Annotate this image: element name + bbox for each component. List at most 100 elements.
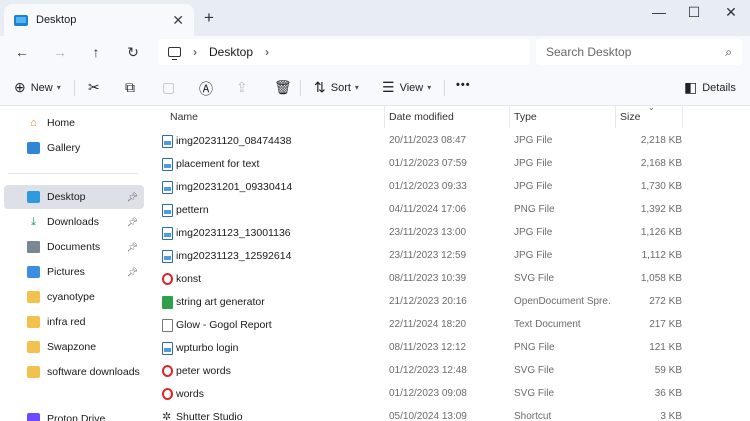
sidebar-item-proton-drive[interactable]: Proton Drive [4, 407, 144, 421]
file-row[interactable]: img20231123_12592614 23/11/2023 12:59 JPG … [158, 245, 698, 268]
pin-icon[interactable]: 📌︎ [127, 217, 138, 228]
file-name: words [176, 388, 205, 400]
file-row[interactable]: ✲ Shutter Studio 05/10/2024 13:09 Shortcut 3… [158, 406, 698, 421]
sidebar-item-home[interactable]: ⌂ Home [4, 111, 144, 135]
view-button[interactable]: ☰ View ▾ [382, 79, 431, 96]
navigation-pane: ⌂ Home Gallery Desktop 📌︎ ⤓ Downloads 📌︎… [0, 106, 146, 421]
file-name: peter words [176, 365, 231, 377]
file-row[interactable]: Glow - Gogol Report 22/11/2024 18:20 Text … [158, 314, 698, 337]
copy-button[interactable]: ⧉ [125, 79, 140, 96]
pin-icon[interactable]: 📌︎ [127, 242, 138, 253]
file-size: 3 KB [660, 411, 682, 421]
search-input[interactable]: Search Desktop ⌕ [536, 39, 742, 65]
file-date-modified: 01/12/2023 09:33 [389, 181, 467, 192]
file-name: wpturbo login [176, 342, 239, 354]
file-date-modified: 21/12/2023 20:16 [389, 296, 467, 307]
file-size: 1,730 KB [640, 181, 682, 192]
details-pane-button[interactable]: ◧ Details [684, 79, 736, 96]
share-button[interactable]: ⇪ [236, 79, 253, 96]
paste-button[interactable]: ▢ [162, 79, 180, 96]
download-icon: ⤓ [31, 216, 36, 228]
more-options-button[interactable]: ••• [456, 79, 471, 91]
folder-icon [27, 341, 40, 353]
back-button[interactable]: ← [12, 42, 32, 62]
minimize-button[interactable]: — [644, 4, 674, 20]
column-divider[interactable] [509, 106, 510, 128]
column-divider[interactable] [615, 106, 616, 128]
chevron-right-icon[interactable]: › [193, 45, 197, 59]
sidebar-item-gallery[interactable]: Gallery [4, 136, 144, 160]
file-row[interactable]: peter words 01/12/2023 12:48 SVG File 59 KB [158, 360, 698, 383]
sidebar-item-downloads[interactable]: ⤓ Downloads 📌︎ [4, 210, 144, 234]
breadcrumb-desktop[interactable]: Desktop [209, 45, 253, 59]
file-date-modified: 01/12/2023 07:59 [389, 158, 467, 169]
column-header-size[interactable]: Size [620, 106, 640, 128]
spreadsheet-file-icon [162, 296, 173, 309]
file-type: SVG File [514, 365, 555, 376]
close-tab-icon[interactable]: ✕ [172, 12, 184, 29]
maximize-button[interactable]: ☐ [679, 4, 709, 21]
file-type: SVG File [514, 388, 555, 399]
new-button[interactable]: ⊕ New ▾ [14, 79, 61, 96]
tab-desktop[interactable]: Desktop ✕ [4, 4, 194, 36]
sidebar-item-infra-red[interactable]: infra red [4, 310, 144, 334]
file-date-modified: 20/11/2023 08:47 [389, 135, 467, 146]
file-row[interactable]: words 01/12/2023 09:08 SVG File 36 KB [158, 383, 698, 406]
column-header-name[interactable]: Name [170, 106, 198, 128]
pin-icon[interactable]: 📌︎ [127, 192, 138, 203]
column-divider[interactable] [682, 106, 683, 128]
image-file-icon [162, 181, 173, 194]
file-name: konst [176, 273, 202, 285]
sidebar-item-pictures[interactable]: Pictures 📌︎ [4, 260, 144, 284]
file-row[interactable]: pettern 04/11/2024 17:06 PNG File 1,392 KB [158, 199, 698, 222]
sidebar-item-swapzone[interactable]: Swapzone [4, 335, 144, 359]
file-size: 217 KB [649, 319, 682, 330]
svg-file-icon [162, 388, 173, 400]
file-row[interactable]: wpturbo login 08/11/2023 12:12 PNG File 121… [158, 337, 698, 360]
sort-descending-icon: ⌄ [648, 103, 655, 112]
column-divider[interactable] [384, 106, 385, 128]
file-date-modified: 23/11/2023 13:00 [389, 227, 467, 238]
folder-icon [27, 316, 40, 328]
file-name: pettern [176, 204, 209, 216]
file-row[interactable]: konst 08/11/2023 10:39 SVG File 1,058 KB [158, 268, 698, 291]
sidebar-item-cyanotype[interactable]: cyanotype [4, 285, 144, 309]
file-date-modified: 22/11/2024 18:20 [389, 319, 467, 330]
new-tab-button[interactable]: + [204, 8, 214, 28]
plus-circle-icon: ⊕ [14, 79, 26, 95]
sort-icon: ⇅ [314, 79, 326, 95]
close-window-button[interactable]: ✕ [716, 4, 746, 21]
file-row[interactable]: img20231201_09330414 01/12/2023 09:33 JPG … [158, 176, 698, 199]
cut-button[interactable]: ✂ [88, 79, 105, 96]
column-header-type[interactable]: Type [514, 106, 537, 128]
file-name: Glow - Gogol Report [176, 319, 272, 331]
sort-label: Sort [330, 81, 351, 94]
sidebar-item-label: Proton Drive [47, 413, 106, 421]
delete-button[interactable]: 🗑︎ [274, 79, 297, 96]
file-row[interactable]: string art generator 21/12/2023 20:16 Open… [158, 291, 698, 314]
sort-button[interactable]: ⇅ Sort ▾ [314, 79, 359, 96]
file-row[interactable]: img20231120_08474438 20/11/2023 08:47 JPG … [158, 130, 698, 153]
address-bar[interactable]: › Desktop › [158, 39, 530, 65]
forward-button[interactable]: → [50, 42, 70, 62]
sidebar-item-label: Swapzone [47, 341, 97, 353]
file-row[interactable]: img20231123_13001136 23/11/2023 13:00 JPG … [158, 222, 698, 245]
tab-title: Desktop [36, 14, 77, 26]
rename-button[interactable]: Ⓐ [199, 79, 218, 99]
file-type: JPG File [514, 158, 553, 169]
sidebar-item-desktop[interactable]: Desktop 📌︎ [4, 185, 144, 209]
this-pc-icon [168, 47, 181, 60]
refresh-button[interactable]: ↻ [123, 42, 143, 62]
chevron-right-icon[interactable]: › [265, 45, 269, 59]
up-button[interactable]: ↑ [86, 42, 106, 62]
file-date-modified: 08/11/2023 12:12 [389, 342, 467, 353]
file-size: 1,392 KB [640, 204, 682, 215]
sidebar-item-label: Pictures [47, 266, 85, 278]
column-header-date[interactable]: Date modified [389, 106, 454, 128]
pin-icon[interactable]: 📌︎ [127, 267, 138, 278]
address-row: ← → ↑ ↻ › Desktop › Search Desktop ⌕ [0, 36, 750, 68]
sidebar-item-software-downloads[interactable]: software downloads [4, 360, 144, 384]
scissors-icon: ✂ [88, 79, 100, 95]
sidebar-item-documents[interactable]: Documents 📌︎ [4, 235, 144, 259]
file-row[interactable]: placement for text 01/12/2023 07:59 JPG Fi… [158, 153, 698, 176]
